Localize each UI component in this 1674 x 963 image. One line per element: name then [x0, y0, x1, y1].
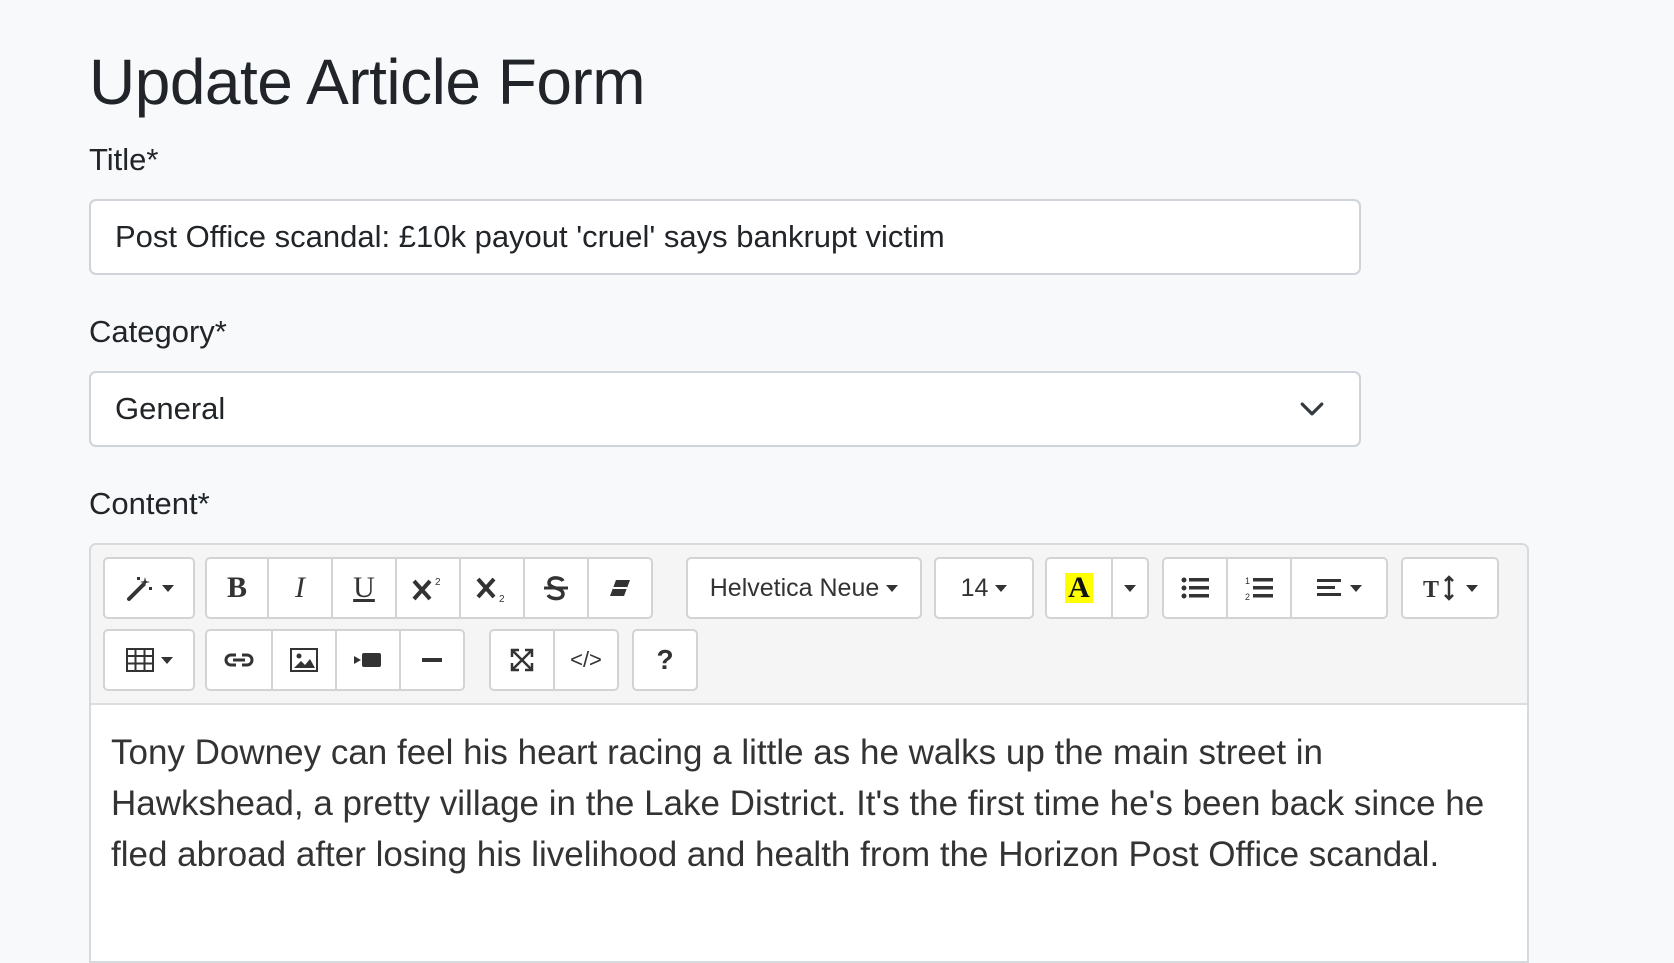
caret-down-icon	[160, 656, 173, 664]
align-dropdown-button[interactable]	[1290, 557, 1388, 619]
category-select-value: General	[115, 391, 226, 426]
height-group: T	[1401, 557, 1499, 619]
link-button[interactable]	[205, 629, 273, 691]
chevron-down-icon	[1300, 402, 1324, 416]
image-icon	[290, 648, 318, 672]
font-size-group: 14	[934, 557, 1034, 619]
editor-toolbar: B I U 2 2 Helvetica Neue 14 A 1 2 T </> …	[91, 545, 1527, 705]
font-size-dropdown[interactable]: 14	[934, 557, 1034, 619]
picture-button[interactable]	[271, 629, 337, 691]
superscript-button[interactable]: 2	[395, 557, 461, 619]
svg-text:2: 2	[435, 577, 441, 588]
table-group	[103, 629, 195, 691]
svg-text:2: 2	[1245, 592, 1250, 601]
underline-button[interactable]: U	[331, 557, 397, 619]
video-button[interactable]	[335, 629, 401, 691]
horizontal-rule-icon	[422, 658, 442, 662]
paragraph-group: 1 2	[1162, 557, 1388, 619]
text-color-button[interactable]: A	[1045, 557, 1113, 619]
subscript-icon: 2	[476, 577, 505, 603]
editor-content[interactable]: Tony Downey can feel his heart racing a …	[91, 705, 1527, 880]
category-select[interactable]: General	[89, 371, 1361, 447]
strikethrough-button[interactable]	[523, 557, 589, 619]
underline-icon: U	[353, 571, 375, 604]
bold-icon: B	[226, 571, 247, 604]
title-input-value: Post Office scandal: £10k payout 'cruel'…	[115, 219, 945, 254]
fullscreen-button[interactable]	[489, 629, 555, 691]
bullet-list-icon	[1181, 577, 1209, 599]
subscript-button[interactable]: 2	[459, 557, 525, 619]
title-input[interactable]: Post Office scandal: £10k payout 'cruel'…	[89, 199, 1361, 275]
strikethrough-icon	[544, 576, 568, 601]
font-style-group: B I U 2 2	[205, 557, 653, 619]
page-title: Update Article Form	[89, 46, 646, 118]
unordered-list-button[interactable]	[1162, 557, 1228, 619]
code-view-icon: </>	[570, 647, 602, 672]
rich-text-editor: B I U 2 2 Helvetica Neue 14 A 1 2 T </> …	[89, 543, 1529, 963]
eraser-icon	[610, 580, 630, 596]
svg-text:1: 1	[1245, 576, 1250, 586]
color-group: A	[1045, 557, 1149, 619]
video-icon	[354, 653, 381, 667]
code-view-button[interactable]: </>	[553, 629, 619, 691]
insert-group	[205, 629, 465, 691]
highlight-icon: A	[1065, 573, 1093, 603]
content-label: Content*	[89, 486, 210, 521]
line-height-dropdown[interactable]: T	[1401, 557, 1499, 619]
italic-icon: I	[295, 571, 305, 604]
caret-down-icon	[1124, 584, 1136, 592]
horizontal-rule-button[interactable]	[399, 629, 465, 691]
caret-down-icon	[161, 584, 174, 592]
category-label: Category*	[89, 314, 227, 349]
svg-text:T: T	[1423, 577, 1439, 602]
fullscreen-icon	[510, 648, 534, 672]
font-family-dropdown[interactable]: Helvetica Neue	[686, 557, 922, 619]
table-dropdown[interactable]	[103, 629, 195, 691]
superscript-icon: 2	[412, 577, 441, 601]
font-family-label: Helvetica Neue	[709, 573, 880, 602]
style-group	[103, 557, 195, 619]
line-height-icon: T	[1423, 575, 1454, 602]
view-group: </>	[489, 629, 619, 691]
italic-button[interactable]: I	[267, 557, 333, 619]
help-group: ?	[632, 629, 698, 691]
numbered-list-icon: 1 2	[1245, 576, 1273, 601]
magic-wand-icon	[126, 577, 152, 601]
title-label: Title*	[89, 142, 159, 177]
help-button[interactable]: ?	[632, 629, 698, 691]
style-button[interactable]	[103, 557, 195, 619]
align-left-icon	[1316, 579, 1341, 596]
caret-down-icon	[995, 584, 1008, 592]
bold-button[interactable]: B	[205, 557, 269, 619]
editor-paragraph: Tony Downey can feel his heart racing a …	[111, 733, 1485, 874]
caret-down-icon	[1465, 584, 1478, 592]
svg-text:2: 2	[499, 594, 505, 603]
table-icon	[125, 648, 154, 672]
font-size-label: 14	[960, 573, 989, 602]
help-icon: ?	[656, 644, 674, 675]
caret-down-icon	[886, 584, 899, 592]
link-icon	[224, 653, 254, 667]
color-dropdown-button[interactable]	[1111, 557, 1149, 619]
clear-format-button[interactable]	[587, 557, 653, 619]
font-family-group: Helvetica Neue	[686, 557, 922, 619]
caret-down-icon	[1349, 584, 1362, 592]
ordered-list-button[interactable]: 1 2	[1226, 557, 1292, 619]
